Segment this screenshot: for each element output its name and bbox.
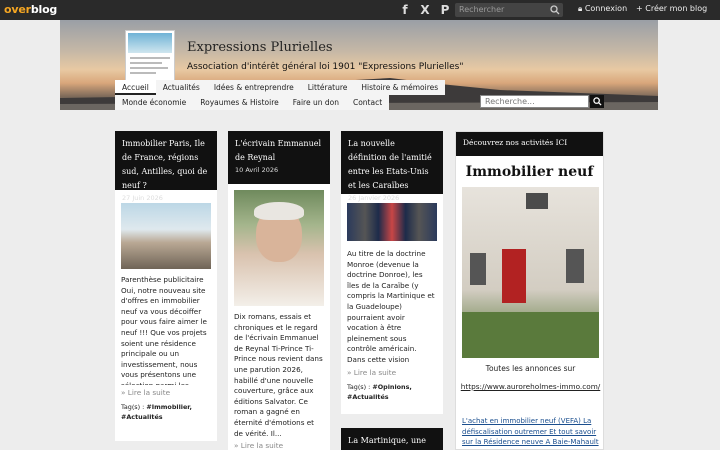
x-icon[interactable]: X: [418, 3, 432, 17]
nav-histoire[interactable]: Histoire & mémoires: [354, 80, 446, 95]
plus-icon: +: [636, 4, 643, 13]
search-icon: [593, 97, 602, 106]
pinterest-icon[interactable]: P: [438, 3, 452, 17]
article-tags: Tag(s) : #Opinions, #Actualités: [347, 383, 412, 401]
sidebar-heading: Découvrez nos activités ICI: [456, 132, 603, 156]
sidebar-ad: Découvrez nos activités ICI Immobilier n…: [455, 131, 604, 450]
article-title[interactable]: L'écrivain Emmanuel de Reynal: [235, 137, 323, 165]
article-title[interactable]: La Martinique, une île: [348, 434, 436, 450]
nav-royaumes[interactable]: Royaumes & Histoire: [193, 95, 286, 110]
read-more-link[interactable]: » Lire la suite: [228, 438, 330, 450]
article-title[interactable]: Immobilier Paris, Ile de France, régions…: [122, 137, 210, 193]
facebook-icon[interactable]: f: [398, 3, 412, 17]
sidebar-url-link[interactable]: https://www.auroreholmes-immo.com/: [456, 382, 605, 391]
header-thumbnail: [125, 30, 175, 82]
article-date: 27 Juin 2026: [122, 194, 163, 202]
nav-actualites[interactable]: Actualités: [155, 80, 207, 95]
article-date: 26 Janvier 2026: [348, 194, 400, 202]
nav-accueil[interactable]: Accueil: [115, 80, 156, 95]
social-links: f X P: [398, 3, 452, 17]
sidebar-caption: Toutes les annonces sur: [485, 364, 576, 373]
nav-contact[interactable]: Contact: [345, 95, 390, 110]
article-image[interactable]: [234, 190, 324, 306]
search-icon[interactable]: [550, 5, 560, 15]
nav-idees[interactable]: Idées & entreprendre: [206, 80, 301, 95]
article-image[interactable]: [347, 203, 437, 241]
article-excerpt: Dix romans, essais et chroniques et le r…: [234, 312, 323, 438]
site-subtitle: Association d'intérêt général loi 1901 "…: [187, 62, 464, 72]
login-link[interactable]: 🔒︎ Connexion: [578, 4, 627, 14]
article-card: L'écrivain Emmanuel de Reynal 10 Avril 2…: [228, 131, 330, 450]
overblog-logo[interactable]: overblog: [4, 3, 57, 16]
nav-don[interactable]: Faire un don: [285, 95, 346, 110]
blog-search-input[interactable]: Recherche...: [480, 95, 589, 108]
sidebar-article-link[interactable]: L'achat en immobilier neuf (VEFA) La déf…: [462, 416, 603, 448]
article-card: La nouvelle définition de l'amitié entre…: [341, 131, 443, 414]
read-more-link[interactable]: » Lire la suite: [341, 365, 443, 380]
nav-litterature[interactable]: Littérature: [300, 80, 355, 95]
overblog-bar: overblog f X P Rechercher 🔒︎ Connexion +…: [0, 0, 720, 20]
article-image[interactable]: [121, 203, 211, 269]
article-title[interactable]: La nouvelle définition de l'amitié entre…: [348, 137, 436, 193]
site-title[interactable]: Expressions Plurielles: [187, 40, 333, 55]
article-card: La Martinique, une île: [341, 428, 443, 450]
article-excerpt: Au titre de la doctrine Monroe (devenue …: [347, 249, 435, 364]
sidebar-building-image[interactable]: [462, 187, 599, 358]
blog-search-button[interactable]: [590, 95, 604, 108]
create-blog-link[interactable]: + Créer mon blog: [636, 4, 707, 13]
read-more-link[interactable]: » Lire la suite: [115, 385, 217, 400]
article-date: 10 Avril 2026: [235, 166, 279, 174]
article-card: Immobilier Paris, Ile de France, régions…: [115, 131, 217, 441]
lock-icon: 🔒︎: [578, 4, 583, 13]
article-tags: Tag(s) : #Immobilier, #Actualités: [121, 403, 192, 421]
overblog-search-input[interactable]: Rechercher: [455, 3, 563, 17]
nav-monde[interactable]: Monde économie: [115, 95, 194, 110]
article-excerpt: Parenthèse publicitaire Oui, notre nouve…: [121, 275, 207, 385]
main-nav: Accueil Actualités Idées & entreprendre …: [115, 80, 446, 95]
sidebar-title: Immobilier neuf: [465, 164, 594, 180]
secondary-nav: Monde économie Royaumes & Histoire Faire…: [115, 95, 390, 110]
